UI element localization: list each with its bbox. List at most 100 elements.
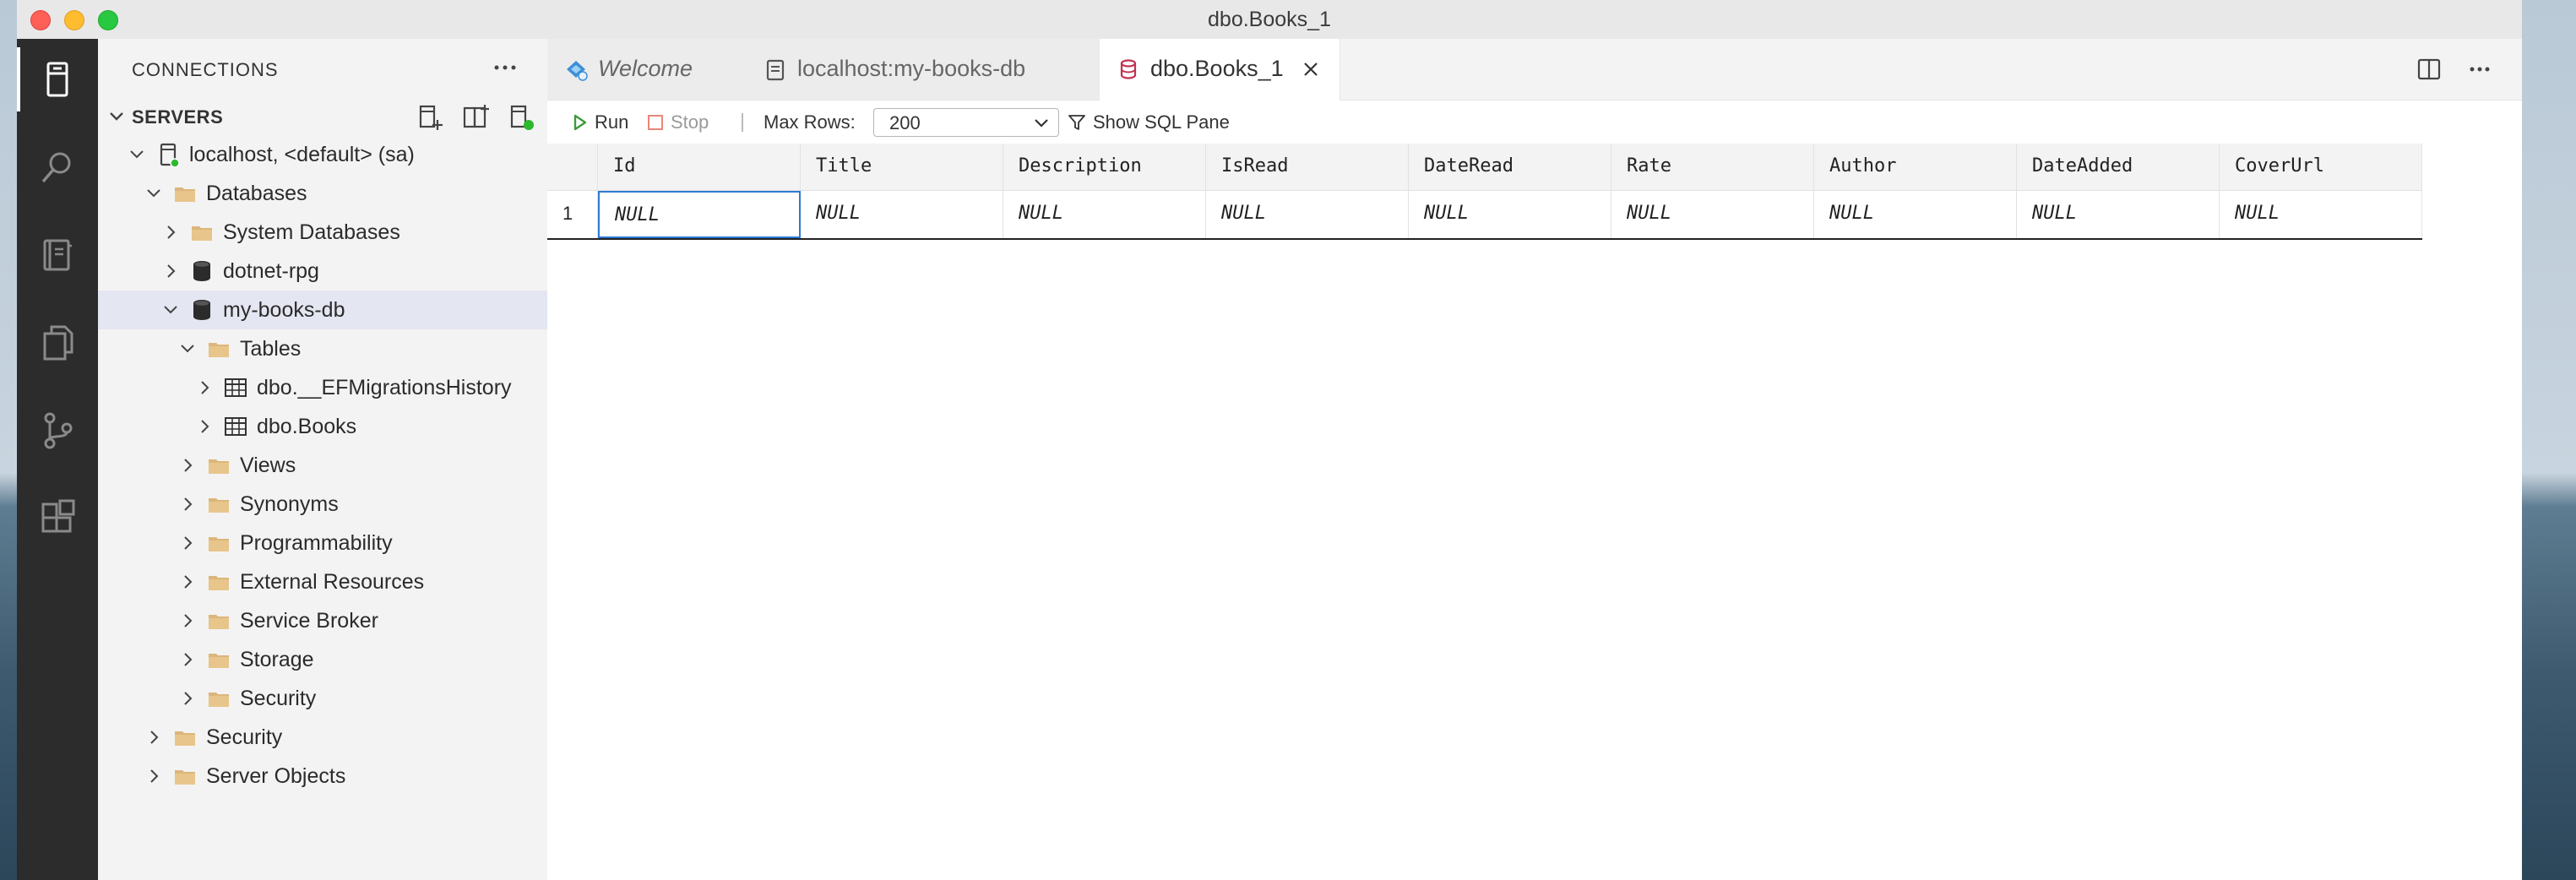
chevron-right-icon[interactable] bbox=[177, 533, 198, 553]
chevron-right-icon[interactable] bbox=[160, 261, 181, 281]
chevron-right-icon[interactable] bbox=[160, 222, 181, 242]
explorer-icon[interactable] bbox=[17, 302, 98, 383]
max-rows-label: Max Rows: bbox=[764, 111, 856, 133]
search-icon[interactable] bbox=[17, 127, 98, 208]
chevron-right-icon[interactable] bbox=[144, 727, 164, 747]
tree-item[interactable]: Security bbox=[98, 718, 547, 757]
cell-value: NULL bbox=[816, 203, 861, 224]
table-cell[interactable]: NULL bbox=[1206, 191, 1409, 238]
tree-item-label: my-books-db bbox=[223, 298, 345, 322]
chevron-down-icon[interactable] bbox=[177, 339, 198, 359]
tree-item[interactable]: External Resources bbox=[98, 562, 547, 601]
connections-icon[interactable] bbox=[17, 39, 98, 120]
tree-item-label: Security bbox=[206, 725, 283, 749]
new-connection-icon[interactable] bbox=[416, 103, 444, 132]
chevron-right-icon[interactable] bbox=[144, 766, 164, 786]
stop-button[interactable]: Stop bbox=[647, 111, 709, 133]
servers-section-header[interactable]: SERVERS bbox=[98, 98, 547, 135]
table-editor-toolbar: Run Stop Max Rows: 200 Show SQL Pane bbox=[547, 100, 2522, 145]
tree-item[interactable]: System Databases bbox=[98, 213, 547, 252]
column-header[interactable]: DateAdded bbox=[2017, 144, 2220, 191]
split-editor-icon[interactable] bbox=[2414, 54, 2444, 84]
database-icon bbox=[189, 297, 215, 323]
chevron-right-icon[interactable] bbox=[177, 455, 198, 475]
source-control-icon[interactable] bbox=[17, 390, 98, 471]
tab-label: dbo.Books_1 bbox=[1150, 56, 1284, 81]
row-number-label: 1 bbox=[562, 203, 573, 224]
max-rows-value: 200 bbox=[889, 112, 921, 133]
max-rows-select[interactable]: 200 bbox=[873, 108, 1059, 137]
tree-item[interactable]: Security bbox=[98, 679, 547, 718]
column-header-label: CoverUrl bbox=[2235, 155, 2324, 177]
tree-item[interactable]: dbo.Books bbox=[98, 407, 547, 446]
table-cell[interactable]: NULL bbox=[2220, 191, 2422, 238]
stop-icon bbox=[648, 115, 663, 130]
editor-area: Welcome localhost:my-books-db dbo.Books_… bbox=[547, 39, 2522, 880]
editor-tabs: Welcome localhost:my-books-db dbo.Books_… bbox=[547, 39, 2522, 100]
folder-icon bbox=[172, 763, 198, 789]
chevron-right-icon[interactable] bbox=[177, 688, 198, 709]
active-connections-icon[interactable] bbox=[507, 103, 535, 132]
close-tab-icon[interactable] bbox=[1301, 59, 1321, 79]
sidebar-header: CONNECTIONS bbox=[98, 39, 547, 98]
chevron-down-icon[interactable] bbox=[144, 183, 164, 204]
tree-item[interactable]: Synonyms bbox=[98, 485, 547, 524]
folder-icon bbox=[206, 569, 231, 595]
chevron-right-icon[interactable] bbox=[177, 649, 198, 670]
column-header[interactable]: Rate bbox=[1611, 144, 1814, 191]
tree-item[interactable]: Service Broker bbox=[98, 601, 547, 640]
tree-item[interactable]: Databases bbox=[98, 174, 547, 213]
folder-icon bbox=[206, 453, 231, 478]
tab-table-editor[interactable]: dbo.Books_1 bbox=[1100, 39, 1340, 100]
tree-item-label: Databases bbox=[206, 182, 307, 205]
tree-item[interactable]: my-books-db bbox=[98, 291, 547, 329]
chevron-right-icon[interactable] bbox=[177, 572, 198, 592]
notebook-icon[interactable] bbox=[17, 215, 98, 296]
column-header[interactable]: DateRead bbox=[1409, 144, 1611, 191]
tree-item-label: localhost, <default> (sa) bbox=[189, 143, 415, 166]
row-number[interactable]: 1 bbox=[547, 191, 598, 238]
tab-welcome[interactable]: Welcome bbox=[547, 39, 747, 100]
tree-item[interactable]: dbo.__EFMigrationsHistory bbox=[98, 368, 547, 407]
table-cell[interactable]: NULL bbox=[598, 191, 801, 238]
table-cell[interactable]: NULL bbox=[801, 191, 1003, 238]
column-header[interactable]: Title bbox=[801, 144, 1003, 191]
chevron-down-icon[interactable] bbox=[160, 300, 181, 320]
column-header-label: DateRead bbox=[1424, 155, 1514, 177]
tab-label: Welcome bbox=[598, 56, 693, 81]
column-header[interactable]: CoverUrl bbox=[2220, 144, 2422, 191]
tree-item-label: Views bbox=[240, 454, 296, 477]
table-cell[interactable]: NULL bbox=[1814, 191, 2017, 238]
chevron-right-icon[interactable] bbox=[194, 378, 215, 398]
tree-item[interactable]: Programmability bbox=[98, 524, 547, 562]
column-header[interactable]: Description bbox=[1003, 144, 1206, 191]
tree-item-label: Synonyms bbox=[240, 492, 339, 516]
more-actions-icon[interactable] bbox=[2465, 54, 2495, 84]
tree-item[interactable]: localhost, <default> (sa) bbox=[98, 135, 547, 174]
chevron-right-icon[interactable] bbox=[194, 416, 215, 437]
chevron-right-icon[interactable] bbox=[177, 494, 198, 514]
chevron-down-icon[interactable] bbox=[127, 144, 147, 165]
extensions-icon[interactable] bbox=[17, 478, 98, 559]
chevron-down-icon bbox=[1035, 119, 1048, 128]
column-header[interactable]: Id bbox=[598, 144, 801, 191]
toolbar-separator bbox=[742, 113, 743, 132]
table-cell[interactable]: NULL bbox=[2017, 191, 2220, 238]
table-cell[interactable]: NULL bbox=[1003, 191, 1206, 238]
stop-label: Stop bbox=[671, 111, 709, 133]
new-server-group-icon[interactable] bbox=[461, 103, 490, 132]
table-cell[interactable]: NULL bbox=[1611, 191, 1814, 238]
table-cell[interactable]: NULL bbox=[1409, 191, 1611, 238]
chevron-right-icon[interactable] bbox=[177, 611, 198, 631]
tree-item[interactable]: dotnet-rpg bbox=[98, 252, 547, 291]
tree-item[interactable]: Views bbox=[98, 446, 547, 485]
run-button[interactable]: Run bbox=[573, 111, 628, 133]
tree-item[interactable]: Server Objects bbox=[98, 757, 547, 796]
show-sql-pane-button[interactable]: Show SQL Pane bbox=[1068, 111, 1230, 133]
column-header[interactable]: IsRead bbox=[1206, 144, 1409, 191]
more-actions-icon[interactable] bbox=[488, 52, 522, 83]
tree-item[interactable]: Tables bbox=[98, 329, 547, 368]
tree-item[interactable]: Storage bbox=[98, 640, 547, 679]
tab-query-editor[interactable]: localhost:my-books-db bbox=[747, 39, 1101, 100]
column-header[interactable]: Author bbox=[1814, 144, 2017, 191]
